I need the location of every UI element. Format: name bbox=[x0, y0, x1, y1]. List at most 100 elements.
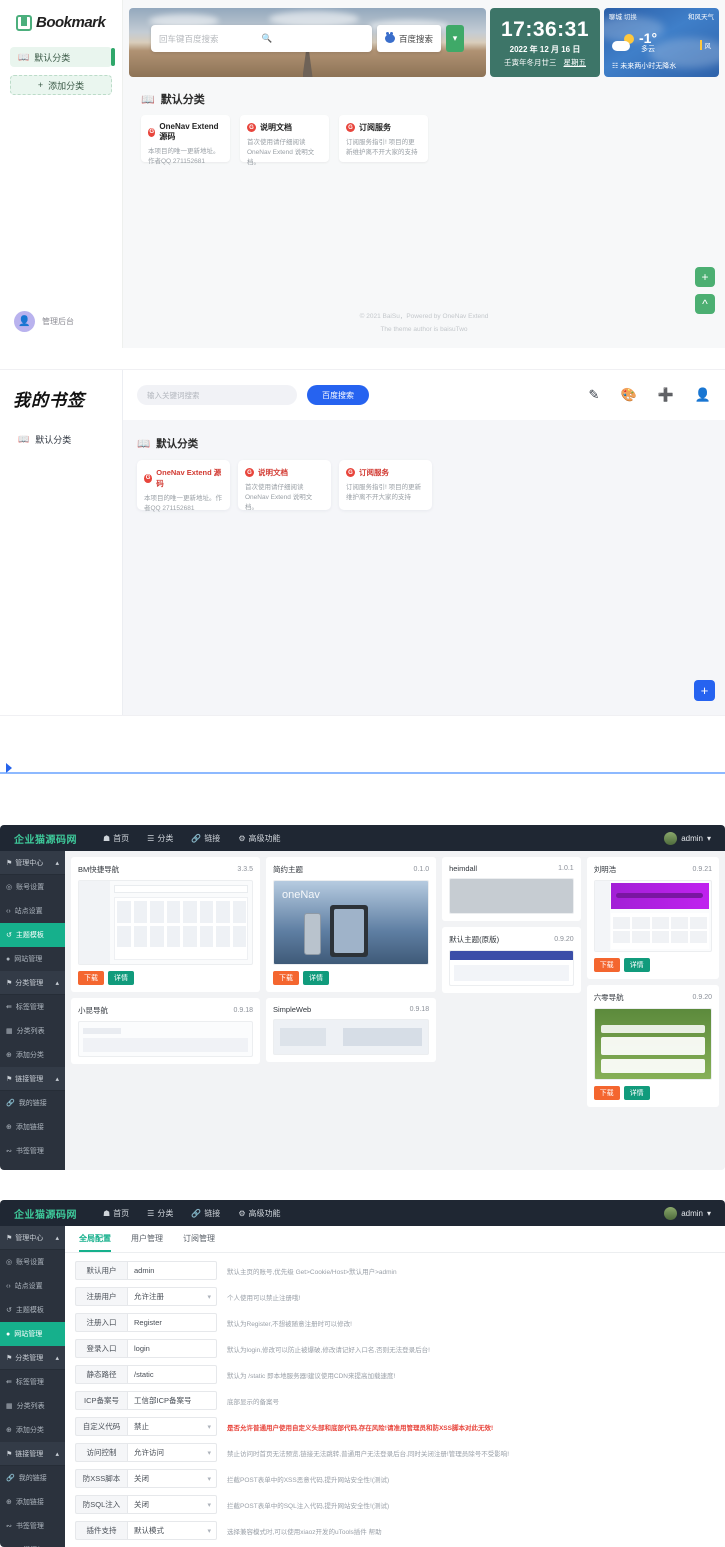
sidebar-group-links[interactable]: ⚑ 链接管理 ▴ bbox=[0, 1442, 65, 1466]
theme-card[interactable]: 六零导航 0.9.20 下载 详情 bbox=[586, 985, 719, 1107]
add-link-fab[interactable]: + bbox=[694, 680, 715, 701]
sidebar-group-links[interactable]: ⚑ 链接管理 ▴ bbox=[0, 1067, 65, 1091]
engine-dropdown-button[interactable]: ▾ bbox=[446, 25, 464, 52]
sidebar-item-site-settings[interactable]: ‹› 站点设置 bbox=[0, 899, 65, 923]
search-input[interactable]: 输入关键词搜索 bbox=[137, 385, 297, 405]
default-user-input[interactable]: admin bbox=[127, 1261, 217, 1280]
link-card[interactable]: G 说明文档 首次使用请仔细阅读 OneNav Extend 说明文档。 bbox=[238, 460, 331, 511]
nav-item-home[interactable]: ☗ 首页 bbox=[103, 1208, 129, 1219]
sidebar-item-one-click-add[interactable]: ★一键添加 bbox=[0, 1163, 65, 1170]
nav-item-links[interactable]: 🔗 链接 bbox=[191, 833, 220, 844]
admin-user-menu[interactable]: admin ▾ bbox=[664, 831, 711, 845]
sidebar-group-category[interactable]: ⚑ 分类管理 ▴ bbox=[0, 971, 65, 995]
theme-name: 小昆导航 bbox=[78, 1006, 108, 1015]
admin-user-menu[interactable]: admin ▾ bbox=[664, 1206, 711, 1220]
add-category-button[interactable]: + 添加分类 bbox=[10, 75, 112, 95]
add-link-fab[interactable]: + bbox=[695, 267, 715, 287]
sidebar-item-my-links[interactable]: 🔗 我的链接 bbox=[0, 1466, 65, 1490]
sidebar-item-tag-management[interactable]: ⇚ 标签管理 bbox=[0, 995, 65, 1019]
sidebar-group-management[interactable]: ⚑ 管理中心 ▴ bbox=[0, 1226, 65, 1250]
sidebar-item-my-links[interactable]: 🔗 我的链接 bbox=[0, 1091, 65, 1115]
sidebar-item-add-category[interactable]: ⊕ 添加分类 bbox=[0, 1418, 65, 1442]
theme-card[interactable]: 简约主题 0.1.0 oneNav 下载 详情 bbox=[266, 857, 437, 992]
link-card[interactable]: G 说明文档 首次使用请仔细阅读 OneNav Extend 说明文档。 bbox=[240, 115, 329, 166]
search-icon[interactable]: 🔍 bbox=[262, 33, 365, 44]
sidebar-item-account-settings[interactable]: ◎ 账号设置 bbox=[0, 875, 65, 899]
login-entry-input[interactable]: login bbox=[127, 1339, 217, 1358]
theme-card[interactable]: heimdall 1.0.1 bbox=[442, 857, 581, 921]
sidebar-item-add-link[interactable]: ⊕ 添加链接 bbox=[0, 1490, 65, 1514]
nav-item-category[interactable]: ☰ 分类 bbox=[147, 1208, 173, 1219]
divider-line bbox=[0, 772, 725, 774]
sidebar-item-theme-template[interactable]: ↺ 主题模板 bbox=[0, 1298, 65, 1322]
theme-download-button[interactable]: 下载 bbox=[273, 971, 299, 985]
sidebar-item-site-management[interactable]: ● 网站管理 bbox=[0, 1322, 65, 1346]
panel2-main: 输入关键词搜索 百度搜索 ✎ 🎨 ➕ 👤 📖 默认分类 G OneNav Ext… bbox=[123, 370, 725, 715]
custom-code-select[interactable]: 禁止 bbox=[127, 1417, 217, 1436]
weather-switch-link[interactable]: 切换 bbox=[624, 14, 637, 21]
link-card[interactable]: G 订阅服务 订阅服务指引! 项目的更新维护离不开大家的支持 bbox=[339, 460, 432, 510]
theme-card[interactable]: 默认主题(原版) 0.9.20 bbox=[442, 927, 581, 993]
theme-card[interactable]: 刘明浩 0.9.21 下载 详情 bbox=[586, 857, 719, 979]
search-input[interactable]: 回车键百度搜索 🔍 bbox=[151, 25, 372, 52]
weather-wind: 风 bbox=[699, 40, 711, 50]
sidebar-item-default-category[interactable]: 📖 默认分类 bbox=[0, 411, 122, 446]
link-card[interactable]: G OneNav Extend 源码 本项目的唯一更新地址。作者QQ 27115… bbox=[137, 460, 230, 512]
sidebar-item-tag-management[interactable]: ⇚ 标签管理 bbox=[0, 1370, 65, 1394]
tab-user-management[interactable]: 用户管理 bbox=[131, 1233, 163, 1252]
admin-logo[interactable]: 企业猫源码网 bbox=[14, 1206, 77, 1221]
sidebar-group-category[interactable]: ⚑ 分类管理 ▴ bbox=[0, 1346, 65, 1370]
sidebar-item-add-category[interactable]: ⊕ 添加分类 bbox=[0, 1043, 65, 1067]
link-card[interactable]: G 订阅服务 订阅服务指引! 项目的更新维护离不开大家的支持 bbox=[339, 115, 428, 162]
theme-detail-button[interactable]: 详情 bbox=[108, 971, 134, 985]
nav-item-category[interactable]: ☰ 分类 bbox=[147, 833, 173, 844]
user-icon[interactable]: 👤 bbox=[695, 387, 711, 403]
theme-card[interactable]: BM快捷导航 3.3.5 下载 详情 bbox=[71, 857, 260, 992]
register-entry-input[interactable]: Register bbox=[127, 1313, 217, 1332]
admin-entry[interactable]: 👤 管理后台 bbox=[14, 311, 74, 332]
theme-detail-button[interactable]: 详情 bbox=[303, 971, 329, 985]
item-label: 书签管理 bbox=[15, 1148, 44, 1155]
sidebar-item-one-click-add[interactable]: ★一键添加 bbox=[0, 1538, 65, 1547]
anti-xss-select[interactable]: 关闭 bbox=[127, 1469, 217, 1488]
sidebar-item-theme-template[interactable]: ↺ 主题模板 bbox=[0, 923, 65, 947]
sidebar-item-default-category[interactable]: 📖 默认分类 bbox=[10, 47, 115, 67]
search-button[interactable]: 百度搜索 bbox=[307, 385, 369, 405]
static-path-input[interactable]: /static bbox=[127, 1365, 217, 1384]
nav-item-links[interactable]: 🔗 链接 bbox=[191, 1208, 220, 1219]
register-user-select[interactable]: 允许注册 bbox=[127, 1287, 217, 1306]
sidebar-item-category-list[interactable]: ▦ 分类列表 bbox=[0, 1394, 65, 1418]
tab-subscription-management[interactable]: 订阅管理 bbox=[183, 1233, 215, 1252]
anti-sql-select[interactable]: 关闭 bbox=[127, 1495, 217, 1514]
theme-card[interactable]: 小昆导航 0.9.18 bbox=[71, 998, 260, 1064]
nav-item-advanced[interactable]: ⚙ 高级功能 bbox=[238, 1208, 280, 1219]
link-card[interactable]: G OneNav Extend 源码 本项目的唯一更新地址。作者QQ 27115… bbox=[141, 115, 230, 165]
theme-download-button[interactable]: 下载 bbox=[593, 1086, 620, 1100]
sidebar-item-category-list[interactable]: ▦ 分类列表 bbox=[0, 1019, 65, 1043]
icp-input[interactable]: 工信部ICP备案号 bbox=[127, 1391, 217, 1410]
back-to-top-fab[interactable]: ^ bbox=[695, 294, 715, 314]
sidebar-item-account-settings[interactable]: ◎ 账号设置 bbox=[0, 1250, 65, 1274]
theme-card[interactable]: SimpleWeb 0.9.18 bbox=[266, 998, 437, 1062]
sidebar-item-site-settings[interactable]: ‹› 站点设置 bbox=[0, 1274, 65, 1298]
sidebar-item-site-management[interactable]: ● 网站管理 bbox=[0, 947, 65, 971]
search-engine-button[interactable]: 百度搜索 bbox=[377, 25, 441, 52]
pen-icon[interactable]: ✎ bbox=[589, 387, 600, 403]
theme-download-button[interactable]: 下载 bbox=[593, 958, 620, 972]
access-control-select[interactable]: 允许访问 bbox=[127, 1443, 217, 1462]
sidebar-item-bookmark-management[interactable]: ∾ 书签管理 bbox=[0, 1139, 65, 1163]
admin-logo[interactable]: 企业猫源码网 bbox=[14, 831, 77, 846]
nav-item-advanced[interactable]: ⚙ 高级功能 bbox=[238, 833, 280, 844]
sidebar-item-bookmark-management[interactable]: ∾ 书签管理 bbox=[0, 1514, 65, 1538]
theme-download-button[interactable]: 下载 bbox=[78, 971, 104, 985]
plugin-support-select[interactable]: 默认模式 bbox=[127, 1521, 217, 1540]
sidebar-group-management[interactable]: ⚑ 管理中心 ▴ bbox=[0, 851, 65, 875]
tab-global-config[interactable]: 全局配置 bbox=[79, 1233, 111, 1252]
sidebar-item-add-link[interactable]: ⊕ 添加链接 bbox=[0, 1115, 65, 1139]
nav-item-home[interactable]: ☗ 首页 bbox=[103, 833, 129, 844]
theme-detail-button[interactable]: 详情 bbox=[623, 958, 650, 972]
theme-detail-button[interactable]: 详情 bbox=[623, 1086, 650, 1100]
palette-icon[interactable]: 🎨 bbox=[620, 387, 636, 403]
plus-icon[interactable]: ➕ bbox=[658, 387, 674, 403]
weather-city-row[interactable]: 聊城 切换 bbox=[609, 11, 637, 21]
